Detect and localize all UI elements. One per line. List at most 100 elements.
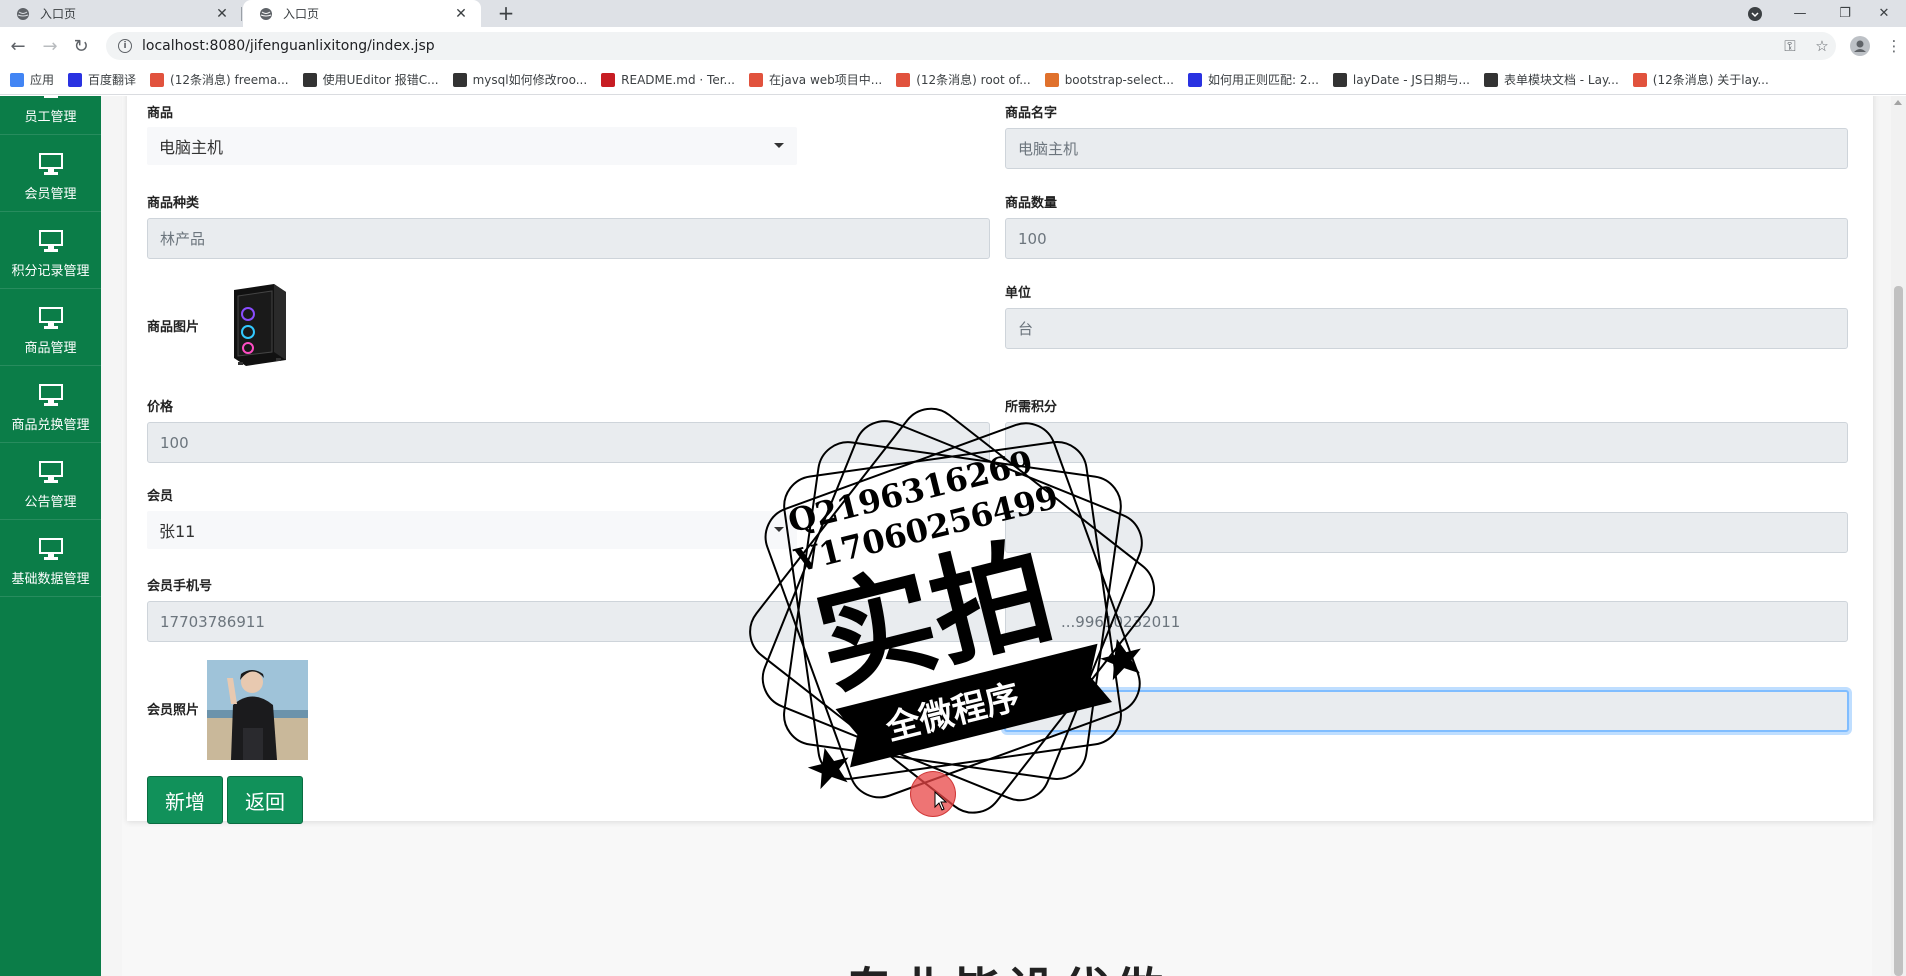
member-phone-field[interactable]: 17703786911 (147, 601, 990, 642)
member-name-field[interactable] (1005, 512, 1848, 553)
price-value: 100 (160, 433, 189, 452)
key-icon[interactable]: ⚿ (1778, 34, 1802, 58)
page-scrollbar[interactable] (1891, 96, 1906, 976)
globe-icon (17, 7, 29, 20)
goods-select[interactable]: 电脑主机 (147, 127, 797, 165)
sidebar-item-goods-exchange[interactable]: 商品兑换管理 (0, 366, 101, 443)
bookmark-item[interactable]: bootstrap-select... (1044, 72, 1174, 87)
back-button[interactable]: 返回 (227, 776, 303, 824)
address-bar[interactable]: i localhost:8080/jifenguanlixitong/index… (106, 32, 1836, 60)
goods-qty-label: 商品数量 (1005, 196, 1058, 211)
points-needed-field[interactable] (1005, 422, 1848, 463)
price-field[interactable]: 100 (147, 422, 990, 463)
bookmark-label: mysql如何修改roo... (472, 73, 588, 87)
globe-icon (260, 7, 272, 20)
window-close-button[interactable]: ✕ (1862, 0, 1906, 27)
goods-name-value: 电脑主机 (1018, 140, 1079, 158)
goods-qty-value: 100 (1018, 229, 1047, 248)
bookmark-item[interactable]: (12条消息) freema... (150, 71, 289, 88)
menu-kebab-icon[interactable]: ⋮ (1882, 34, 1906, 58)
caret-down-icon (774, 527, 784, 532)
bookmark-label: layDate - JS日期与... (1352, 73, 1470, 87)
bookmark-label: 表单模块文档 - Lay... (1503, 73, 1619, 87)
browser-tab[interactable]: 入口页 ✕ (0, 0, 242, 27)
monitor-icon (38, 538, 63, 560)
price-label: 价格 (147, 400, 174, 415)
layui-icon (1483, 72, 1498, 87)
monitor-icon (38, 461, 63, 483)
tab-search-icon[interactable] (1733, 0, 1777, 27)
bookmark-label: (12条消息) root of... (916, 73, 1031, 87)
forward-arrow-icon[interactable]: → (38, 34, 62, 58)
bookmark-item[interactable]: 使用UEditor 报错C... (302, 71, 439, 88)
sidebar-item-goods[interactable]: 商品管理 (0, 289, 101, 366)
browser-tab-active[interactable]: 入口页 ✕ (243, 0, 481, 27)
bookmark-item[interactable]: mysql如何修改roo... (452, 71, 588, 88)
bookmark-item[interactable]: 表单模块文档 - Lay... (1483, 71, 1619, 88)
minimize-button[interactable]: — (1778, 0, 1822, 27)
bookmark-item[interactable]: (12条消息) root of... (896, 71, 1031, 88)
bookmark-label: 在java web项目中... (769, 73, 883, 87)
scrollbar-thumb[interactable] (1894, 286, 1903, 976)
back-arrow-icon[interactable]: ← (6, 34, 30, 58)
sidebar-item-members[interactable]: 会员管理 (0, 135, 101, 212)
bookmark-item[interactable]: README.md · Ter... (601, 72, 735, 87)
sidebar-item-points-records[interactable]: 积分记录管理 (0, 212, 101, 289)
unit-field[interactable]: 台 (1005, 308, 1848, 349)
csdn-icon (896, 72, 911, 87)
bookmark-label: README.md · Ter... (621, 72, 735, 87)
bookmark-label: 使用UEditor 报错C... (322, 73, 439, 87)
bookmarks-bar: 应用 百度翻译 (12条消息) freema... 使用UEditor 报错C... m… (0, 65, 1906, 95)
goods-image (234, 284, 286, 366)
new-tab-button[interactable]: + (494, 1, 518, 25)
profile-avatar-icon[interactable] (1848, 34, 1872, 58)
bookmark-item[interactable]: layDate - JS日期与... (1332, 71, 1470, 88)
member-phone-value: 17703786911 (160, 612, 265, 631)
bookmark-item[interactable]: 在java web项目中... (749, 71, 882, 88)
monitor-icon (38, 230, 63, 252)
sidebar: 员工管理 会员管理 积分记录管理 商品管理 商品兑换管理 公告管理 基础数据管理 (0, 96, 101, 976)
goods-name-field[interactable]: 电脑主机 (1005, 128, 1848, 169)
csdn-icon (749, 72, 763, 87)
member-idcard-field[interactable]: ...99610232011 (1005, 601, 1848, 642)
goods-qty-field[interactable]: 100 (1005, 218, 1848, 259)
sidebar-item-staff[interactable]: 员工管理 (0, 96, 101, 135)
goods-type-field[interactable]: 林产品 (147, 218, 990, 259)
star-icon[interactable]: ☆ (1810, 34, 1834, 58)
add-button[interactable]: 新增 (147, 776, 223, 824)
tab-title: 入口页 (40, 7, 77, 21)
csdn-icon (1632, 72, 1647, 87)
bookmark-item[interactable]: 应用 (10, 71, 54, 88)
monitor-icon (38, 384, 63, 406)
gitee-icon (601, 72, 616, 87)
scroll-up-arrow-icon[interactable] (1894, 100, 1902, 105)
points-label: 积分 (1005, 669, 1032, 684)
goods-image-label: 商品图片 (147, 320, 200, 335)
member-idcard-value: ...99610232011 (1061, 612, 1181, 631)
info-icon[interactable]: i (118, 39, 132, 53)
sidebar-item-label: 商品兑换管理 (11, 418, 90, 433)
member-select[interactable]: 张11 (147, 511, 797, 549)
url-text: localhost:8080/jifenguanlixitong/index.j… (142, 38, 435, 54)
member-photo (207, 660, 308, 760)
points-needed-label: 所需积分 (1005, 400, 1058, 415)
jianshu-icon (1044, 72, 1059, 87)
member-phone-label: 会员手机号 (147, 579, 213, 594)
goods-select-value: 电脑主机 (159, 138, 224, 157)
bookmark-item[interactable]: 如何用正则匹配: 2... (1187, 71, 1319, 88)
monitor-icon (43, 96, 58, 98)
close-icon[interactable]: ✕ (214, 6, 230, 22)
apps-grid-icon (10, 72, 24, 87)
unit-value: 台 (1018, 320, 1034, 338)
click-indicator (910, 771, 956, 817)
ueditor-icon (452, 72, 467, 87)
unit-label: 单位 (1005, 286, 1032, 301)
close-icon[interactable]: ✕ (453, 6, 469, 22)
bookmark-item[interactable]: 百度翻译 (68, 71, 136, 88)
sidebar-item-notices[interactable]: 公告管理 (0, 443, 101, 520)
points-input[interactable] (1004, 690, 1849, 732)
bookmark-item[interactable]: (12条消息) 关于lay... (1632, 71, 1769, 88)
sidebar-item-base-data[interactable]: 基础数据管理 (0, 520, 101, 597)
reload-icon[interactable]: ↻ (69, 34, 93, 58)
restore-button[interactable]: ❐ (1823, 0, 1867, 27)
